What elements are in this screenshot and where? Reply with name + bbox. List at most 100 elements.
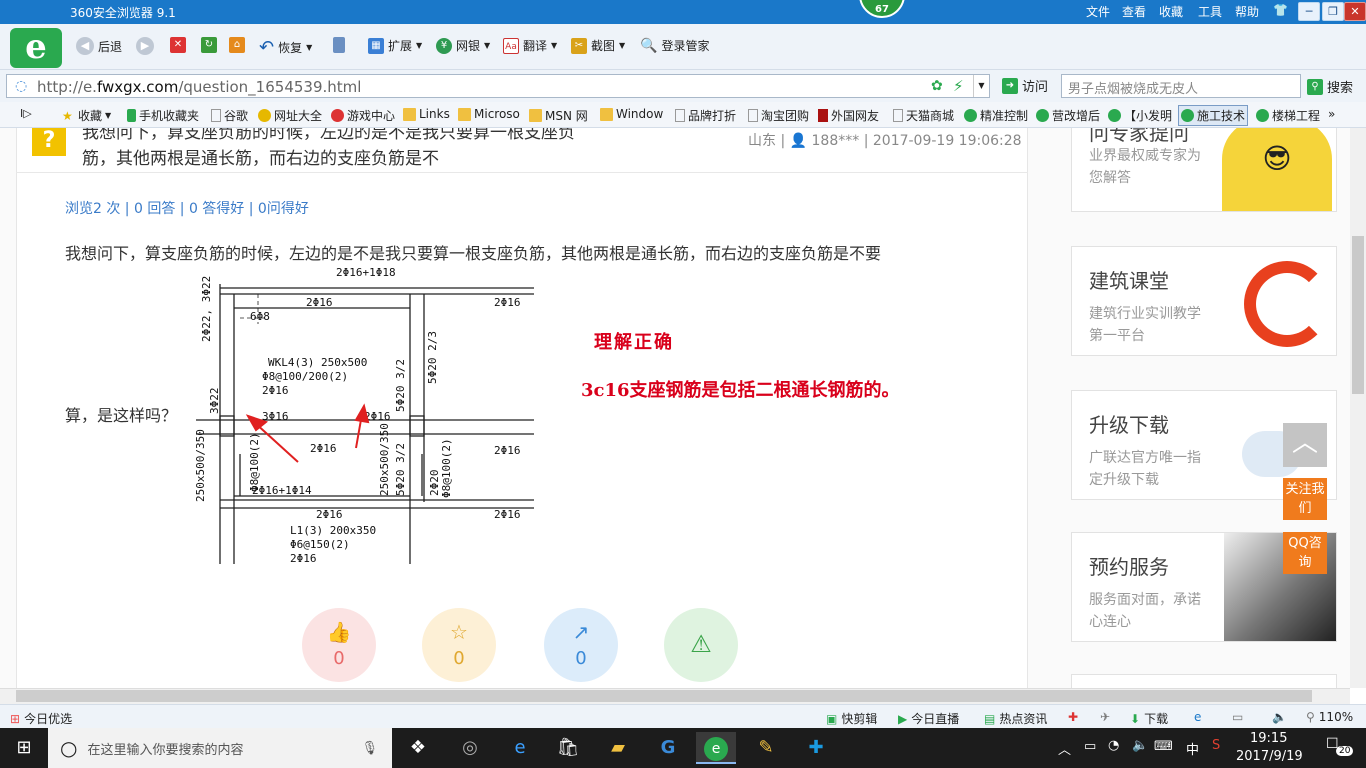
menu-favorites[interactable]: 收藏 (1159, 3, 1183, 20)
follow-us-button[interactable]: 关注我们 (1283, 478, 1327, 520)
screenshot-button[interactable]: ✂ 截图 ▼ (571, 37, 625, 54)
user-name[interactable]: 188*** (812, 133, 860, 149)
ime-indicator[interactable]: 中 (1186, 739, 1199, 758)
status-item[interactable]: ▤ 热点资讯 (984, 710, 1047, 727)
vertical-scroll-thumb[interactable] (1352, 236, 1364, 394)
back-button[interactable]: ◀ 后退 (76, 37, 122, 55)
clock-time[interactable]: 19:15 (1250, 731, 1287, 746)
forward-button[interactable]: ▶ (136, 37, 154, 55)
notes-icon[interactable]: ✎ (746, 732, 786, 764)
clock-date[interactable]: 2017/9/19 (1236, 749, 1303, 764)
restore-label: 恢复 (278, 41, 303, 55)
security-icon[interactable]: ✿ (931, 78, 943, 94)
ie-icon[interactable]: e (1194, 710, 1201, 724)
sogou-icon[interactable]: S (1212, 738, 1220, 753)
fav-item[interactable]: 楼梯工程 (1256, 107, 1320, 124)
share-button[interactable]: ↗ 0 (544, 608, 618, 682)
sidebar-card-ask-expert[interactable]: 问专家提问 业界最权威专家为您解答 😎 (1071, 128, 1337, 212)
address-bar[interactable]: ◌ http://e.fwxgx.com/question_1654539.ht… (6, 74, 990, 98)
keyboard-icon[interactable]: ⌨ (1154, 739, 1173, 754)
visit-button[interactable]: ➜ 访问 (1002, 76, 1048, 95)
wifi-icon[interactable]: ◔ (1108, 738, 1119, 753)
windows-start-icon[interactable]: ⊞ (0, 728, 48, 768)
volume-icon[interactable]: 🔈 (1272, 710, 1287, 724)
fav-item-active[interactable]: 施工技术 (1178, 105, 1249, 126)
url-text[interactable]: http://e.fwxgx.com/question_1654539.html (37, 78, 361, 96)
dropdown-icon[interactable]: ▼ (973, 75, 989, 97)
fav-item[interactable]: 谷歌 (211, 107, 248, 124)
edge-icon[interactable]: e (500, 732, 540, 764)
store-icon[interactable]: 🛍 (548, 732, 588, 764)
lightning-icon[interactable]: ⚡ (953, 77, 964, 95)
tools-icon[interactable]: ✈ (1100, 710, 1110, 724)
fav-item[interactable]: Microso (458, 107, 520, 121)
phone-button[interactable] (333, 37, 345, 53)
fav-item[interactable]: 精准控制 (964, 107, 1028, 124)
menu-tools[interactable]: 工具 (1198, 3, 1222, 20)
today-picks[interactable]: ⊞ 今日优选 (10, 710, 72, 727)
fav-item[interactable]: MSN 网 (529, 107, 588, 124)
maximize-button[interactable]: ❐ (1322, 2, 1344, 21)
fav-item[interactable]: ★ 收藏 ▼ (62, 107, 111, 124)
menu-view[interactable]: 查看 (1122, 3, 1146, 20)
search-icon: ⚲ (1307, 78, 1323, 95)
drawing-label: 250x500/350 (378, 423, 391, 496)
browser-logo-icon[interactable]: e (10, 28, 62, 68)
minimize-button[interactable]: ─ (1298, 2, 1320, 21)
app-g-icon[interactable]: G (648, 732, 688, 764)
menu-help[interactable]: 帮助 (1235, 3, 1259, 20)
sidebar-toggle-icon[interactable]: I▷ (20, 107, 32, 120)
answer-text-2: 3c16支座钢筋是包括二根通长钢筋的。 (581, 380, 900, 401)
fav-item[interactable]: 淘宝团购 (748, 107, 809, 124)
login-button[interactable]: 🔍 登录管家 (640, 37, 709, 54)
question-mark-icon: ? (32, 128, 66, 156)
favorite-button[interactable]: ☆ 0 (422, 608, 496, 682)
horizontal-scroll-thumb[interactable] (16, 690, 1312, 702)
360-browser-app-icon[interactable]: ◎ (450, 732, 490, 764)
search-button[interactable]: ⚲ 搜索 (1307, 77, 1353, 96)
like-button[interactable]: 👍 0 (302, 608, 376, 682)
medical-icon[interactable]: ✚ (1068, 710, 1078, 724)
back-to-top-button[interactable]: ︿ (1283, 423, 1327, 467)
sidebar-card-more[interactable] (1071, 674, 1337, 688)
report-button[interactable]: ⚠ (664, 608, 738, 682)
fav-item[interactable]: 天猫商城 (893, 107, 954, 124)
taskbar-search[interactable]: ○ 在这里输入你要搜索的内容 🎙 (48, 728, 392, 768)
fav-item[interactable]: 品牌打折 (675, 107, 736, 124)
netbank-button[interactable]: ¥ 网银 ▼ (436, 37, 490, 54)
app-plus-icon[interactable]: ✚ (796, 732, 836, 764)
refresh-button[interactable]: ↻ (201, 37, 217, 53)
fav-item[interactable]: 网址大全 (258, 107, 322, 124)
battery-icon[interactable]: ▭ (1084, 739, 1096, 754)
status-item[interactable]: ▶ 今日直播 (898, 710, 959, 727)
status-item[interactable]: ⬇ 下载 (1130, 710, 1168, 727)
task-view-icon[interactable]: ❖ (398, 732, 438, 764)
status-item[interactable]: ▣ 快剪辑 (826, 710, 877, 727)
close-button[interactable]: ✕ (1344, 2, 1366, 21)
qq-consult-button[interactable]: QQ咨询 (1283, 532, 1327, 574)
restore-button[interactable]: ↶ 恢复 ▼ (259, 37, 312, 58)
extend-button[interactable]: ▦ 扩展 ▼ (368, 37, 422, 54)
search-input[interactable]: 男子点烟被烧成无皮人 (1061, 74, 1301, 98)
file-explorer-icon[interactable]: ▰ (598, 732, 638, 764)
fav-item[interactable]: Window (600, 107, 663, 121)
sidebar-card-course[interactable]: 建筑课堂 建筑行业实训教学第一平台 (1071, 246, 1337, 356)
fav-item[interactable]: 外国网友 (818, 107, 879, 124)
fav-item[interactable]: 【小发明 (1108, 107, 1172, 124)
fav-item[interactable]: 营改增后 (1036, 107, 1100, 124)
fav-item[interactable]: Links (403, 107, 450, 121)
menu-file[interactable]: 文件 (1086, 3, 1110, 20)
window-icon[interactable]: ▭ (1232, 710, 1243, 724)
vertical-scrollbar[interactable] (1350, 128, 1366, 688)
skin-icon[interactable]: 👕 (1273, 3, 1288, 17)
fav-item[interactable]: 手机收藏夹 (127, 107, 199, 124)
translate-button[interactable]: Aa 翻译 ▼ (503, 37, 557, 54)
360-browser-active-icon[interactable]: e (696, 732, 736, 764)
stop-button[interactable]: ✕ (170, 37, 186, 53)
zoom-control[interactable]: ⚲ 110% (1306, 710, 1353, 724)
home-button[interactable]: ⌂ (229, 37, 245, 53)
more-favorites-icon[interactable]: » (1328, 107, 1335, 121)
fav-item[interactable]: 游戏中心 (331, 107, 395, 124)
show-hidden-icon[interactable]: ︿ (1058, 739, 1071, 758)
volume-icon[interactable]: 🔈 (1132, 738, 1148, 753)
